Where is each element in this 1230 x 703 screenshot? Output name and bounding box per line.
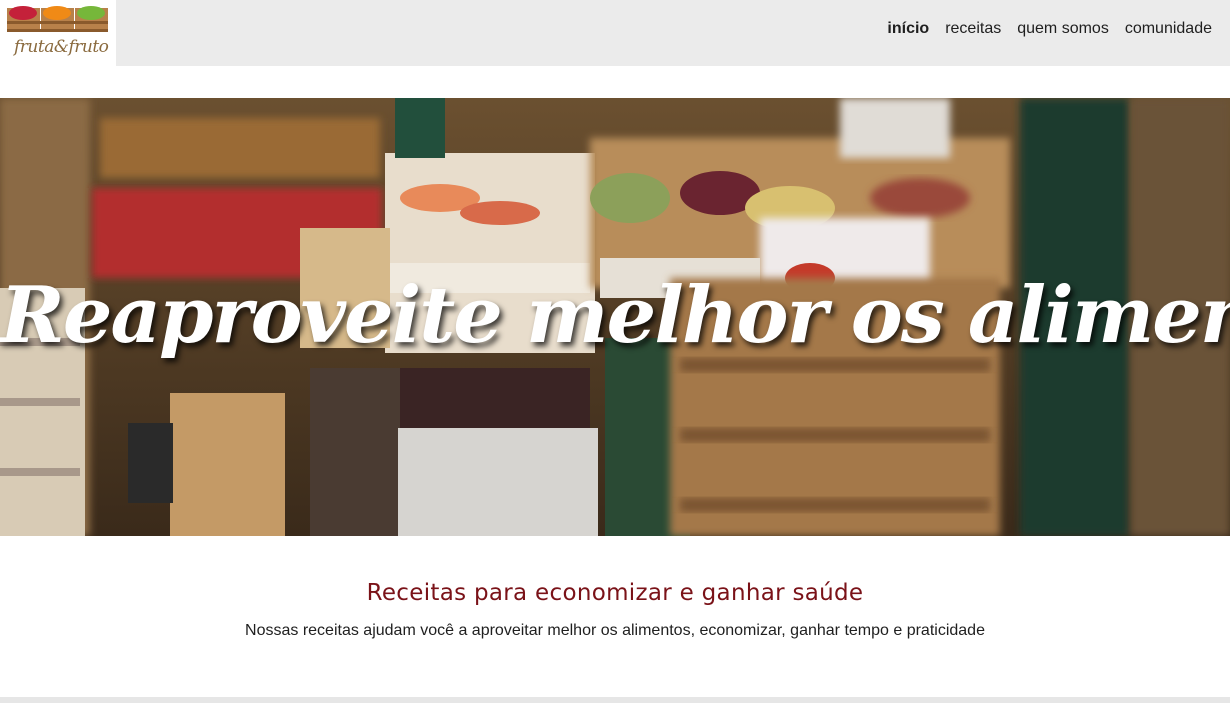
logo[interactable]: fruta&fruto bbox=[0, 0, 116, 66]
hero-title: Reaproveite melhor os alimentos! bbox=[0, 270, 1230, 361]
hero-banner: Reaproveite melhor os alimentos! bbox=[0, 98, 1230, 536]
main-nav: início receitas quem somos comunidade bbox=[887, 20, 1212, 38]
nav-inicio[interactable]: início bbox=[887, 20, 929, 38]
fruit-crates-logo-icon bbox=[7, 6, 108, 32]
nav-comunidade[interactable]: comunidade bbox=[1125, 20, 1212, 38]
logo-text: fruta&fruto bbox=[14, 37, 109, 57]
nav-quem-somos[interactable]: quem somos bbox=[1017, 20, 1109, 38]
nav-receitas[interactable]: receitas bbox=[945, 20, 1001, 38]
intro-text: Nossas receitas ajudam você a aproveitar… bbox=[245, 622, 985, 639]
site-header: fruta&fruto início receitas quem somos c… bbox=[0, 0, 1230, 66]
intro-title: Receitas para economizar e ganhar saúde bbox=[366, 580, 864, 606]
footer-strip bbox=[0, 697, 1230, 703]
